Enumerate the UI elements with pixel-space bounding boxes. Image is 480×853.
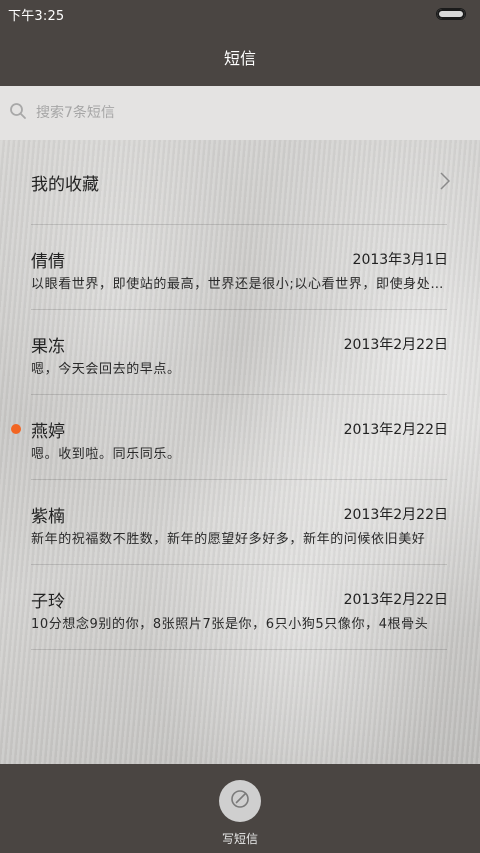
thread-item[interactable]: 倩倩 2013年3月1日 以眼看世界，即使站的最高，世界还是很小;以心看世界，即… [0, 225, 480, 309]
search-input[interactable] [36, 105, 436, 121]
thread-date: 2013年2月22日 [343, 507, 448, 523]
thread-contact-name: 燕婷 [31, 422, 65, 442]
thread-list: 我的收藏 倩倩 2013年3月1日 以眼看世界，即使站的最高，世界还是很小;以心… [0, 140, 480, 650]
thread-preview: 新年的祝福数不胜数，新年的愿望好多好多，新年的问候依旧美好 [31, 532, 426, 547]
thread-preview: 10分想念9别的你，8张照片7张是你，6只小狗5只像你，4根骨头 [31, 617, 429, 632]
thread-preview: 嗯，今天会回去的早点。 [31, 362, 181, 377]
compose-label: 写短信 [221, 832, 258, 846]
compose-button[interactable] [219, 780, 261, 822]
unread-dot-icon [11, 424, 21, 434]
chevron-right-icon [440, 172, 451, 194]
thread-item[interactable]: 紫楠 2013年2月22日 新年的祝福数不胜数，新年的愿望好多好多，新年的问候依… [0, 480, 480, 564]
thread-contact-name: 果冻 [31, 337, 65, 357]
thread-item[interactable]: 子玲 2013年2月22日 10分想念9别的你，8张照片7张是你，6只小狗5只像… [0, 565, 480, 649]
thread-date: 2013年3月1日 [352, 252, 448, 268]
status-time: 下午3:25 [8, 8, 65, 24]
thread-contact-name: 子玲 [31, 592, 65, 612]
thread-date: 2013年2月22日 [343, 592, 448, 608]
page-title: 短信 [223, 49, 256, 68]
search-icon [8, 101, 28, 125]
divider [31, 649, 447, 650]
thread-item[interactable]: 燕婷 2013年2月22日 嗯。收到啦。同乐同乐。 [0, 395, 480, 479]
thread-date: 2013年2月22日 [343, 422, 448, 438]
thread-preview: 以眼看世界，即使站的最高，世界还是很小;以心看世界，即使身处最低处，世界也是很大 [31, 277, 448, 292]
title-bar: 短信 [0, 28, 480, 86]
battery-icon [436, 8, 466, 20]
thread-contact-name: 紫楠 [31, 507, 65, 527]
favorites-label: 我的收藏 [31, 174, 99, 195]
status-bar: 下午3:25 [0, 0, 480, 28]
message-list-area: 我的收藏 倩倩 2013年3月1日 以眼看世界，即使站的最高，世界还是很小;以心… [0, 86, 480, 764]
thread-date: 2013年2月22日 [343, 337, 448, 353]
favorites-entry[interactable]: 我的收藏 [0, 140, 480, 224]
thread-preview: 嗯。收到啦。同乐同乐。 [31, 447, 181, 462]
thread-contact-name: 倩倩 [31, 252, 65, 272]
search-bar[interactable] [0, 86, 480, 140]
bottom-bar: 写短信 [0, 764, 480, 853]
compose-icon [229, 788, 251, 814]
thread-item[interactable]: 果冻 2013年2月22日 嗯，今天会回去的早点。 [0, 310, 480, 394]
